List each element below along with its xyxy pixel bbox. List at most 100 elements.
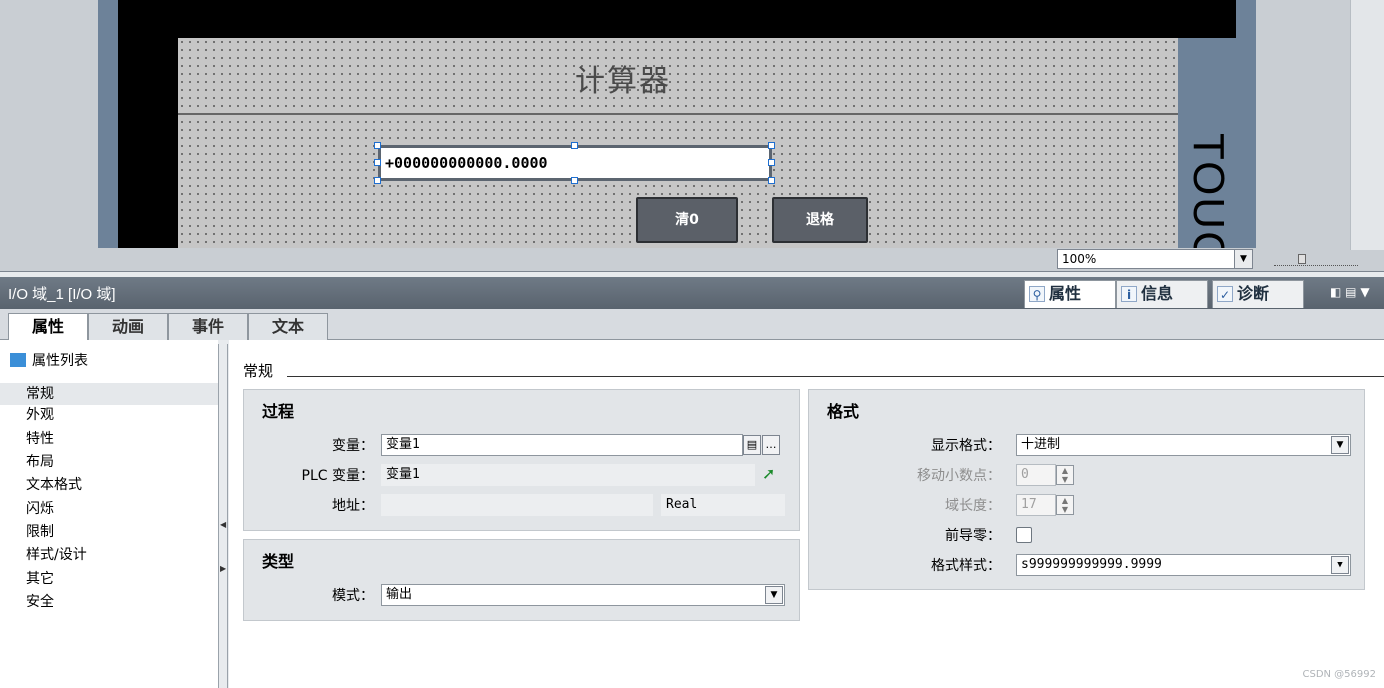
hmi-clear-button[interactable]: 清0 <box>636 197 738 243</box>
canvas-vertical-scrollbar[interactable] <box>1350 0 1384 250</box>
nav-item-miscellaneous[interactable]: 其它 <box>0 569 218 590</box>
zoom-value: 100% <box>1062 252 1097 266</box>
nav-item-security[interactable]: 安全 <box>0 592 218 613</box>
format-pattern-value: s999999999999.9999 <box>1021 557 1162 572</box>
subtab-events[interactable]: 事件 <box>168 313 248 340</box>
nav-item-characteristics[interactable]: 特性 <box>0 429 218 450</box>
property-list-label: 属性列表 <box>32 353 88 369</box>
selection-handle[interactable] <box>571 142 578 149</box>
zoom-slider-handle[interactable] <box>1298 254 1306 264</box>
nav-item-style-design[interactable]: 样式/设计 <box>0 545 218 566</box>
subtab-animations[interactable]: 动画 <box>88 313 168 340</box>
spinner-icon: ▲ ▼ <box>1056 495 1074 515</box>
tab-info[interactable]: i 信息 <box>1116 280 1208 308</box>
zoom-slider[interactable] <box>1274 254 1358 266</box>
selection-handle[interactable] <box>374 142 381 149</box>
chevron-down-icon[interactable]: ▼ <box>1234 250 1252 268</box>
variable-label: 变量： <box>332 438 374 454</box>
move-decimal-field: 0 <box>1016 464 1056 486</box>
spinner-icon: ▲ ▼ <box>1056 465 1074 485</box>
selection-handle[interactable] <box>768 177 775 184</box>
hmi-device-strip: TOUCH <box>1178 38 1236 248</box>
hmi-backspace-button[interactable]: 退格 <box>772 197 868 243</box>
collapse-left-icon[interactable]: ◀ <box>220 520 226 529</box>
mode-dropdown[interactable]: 输出 ▼ <box>381 584 785 606</box>
layout-icon[interactable]: ▤ <box>1345 285 1356 299</box>
property-nav: 属性列表 常规 外观 特性 布局 文本格式 闪烁 限制 样式/设计 其它 安全 <box>0 340 218 688</box>
format-group-title: 格式 <box>827 402 860 421</box>
chevron-down-icon[interactable]: ▼ <box>1331 556 1349 574</box>
tab-diagnostics-label: 诊断 <box>1237 284 1270 303</box>
process-group-title: 过程 <box>262 402 295 421</box>
tab-properties[interactable]: ⚲ 属性 <box>1024 280 1116 308</box>
selection-handle[interactable] <box>374 177 381 184</box>
mode-value: 输出 <box>386 587 413 602</box>
nav-item-flashing[interactable]: 闪烁 <box>0 499 218 520</box>
zoom-dropdown[interactable]: 100% ▼ <box>1057 249 1253 269</box>
selection-handle[interactable] <box>571 177 578 184</box>
variable-list-icon[interactable]: ▤ <box>743 435 761 455</box>
selection-handle[interactable] <box>768 159 775 166</box>
hmi-screen[interactable]: 计算器 +000000000000.0000 清0 退格 <box>178 38 1178 248</box>
properties-icon: ⚲ <box>1029 286 1045 302</box>
panel-window-controls[interactable]: ◧ ▤ ▼ <box>1330 285 1370 299</box>
field-length-field: 17 <box>1016 494 1056 516</box>
subtab-texts[interactable]: 文本 <box>248 313 328 340</box>
field-length-label: 域长度： <box>945 498 1001 514</box>
diagnostics-icon: ✓ <box>1217 286 1233 302</box>
hmi-divider-line <box>178 113 1178 115</box>
hmi-title-text[interactable]: 计算器 <box>178 56 1068 100</box>
plc-variable-field: 变量1 <box>381 464 755 486</box>
tab-info-label: 信息 <box>1141 284 1174 303</box>
plc-variable-label: PLC 变量： <box>301 468 374 484</box>
restore-icon[interactable]: ◧ <box>1330 285 1341 299</box>
selection-handle[interactable] <box>768 142 775 149</box>
section-divider <box>287 376 1384 377</box>
address-type-field: Real <box>661 494 785 516</box>
info-icon: i <box>1121 286 1137 302</box>
nav-item-text-format[interactable]: 文本格式 <box>0 475 218 496</box>
nav-item-general[interactable]: 常规 <box>0 383 218 405</box>
display-format-value: 十进制 <box>1021 437 1061 452</box>
mode-label: 模式： <box>332 588 374 604</box>
editor-canvas[interactable]: 计算器 +000000000000.0000 清0 退格 TOUCH 100% … <box>0 0 1384 272</box>
hmi-bezel-left <box>98 0 118 248</box>
chevron-down-icon[interactable]: ▼ <box>765 586 783 604</box>
address-label: 地址： <box>332 498 374 514</box>
tab-properties-label: 属性 <box>1049 284 1082 303</box>
move-decimal-label: 移动小数点： <box>917 468 1001 484</box>
property-content: 常规 过程 变量： 变量1 ▤ … PLC 变量： 变量1 ➚ 地址： Real… <box>229 340 1384 688</box>
leading-zero-checkbox[interactable] <box>1016 527 1032 543</box>
variable-field[interactable]: 变量1 <box>381 434 743 456</box>
type-group: 类型 模式： 输出 ▼ <box>243 539 800 621</box>
nav-item-limits[interactable]: 限制 <box>0 522 218 543</box>
type-group-title: 类型 <box>262 552 295 571</box>
inspector-title: I/O 域_1 [I/O 域] <box>8 286 116 303</box>
property-list-header[interactable]: 属性列表 <box>10 350 88 370</box>
process-group: 过程 变量： 变量1 ▤ … PLC 变量： 变量1 ➚ 地址： Real <box>243 389 800 531</box>
expand-right-icon[interactable]: ▶ <box>220 564 226 573</box>
nav-item-layout[interactable]: 布局 <box>0 452 218 473</box>
nav-splitter[interactable]: ◀ ▶ <box>218 344 228 688</box>
tab-diagnostics[interactable]: ✓ 诊断 <box>1212 280 1304 308</box>
goto-arrow-icon[interactable]: ➚ <box>762 464 775 483</box>
display-format-dropdown[interactable]: 十进制 ▼ <box>1016 434 1351 456</box>
address-field <box>381 494 653 516</box>
hmi-io-field[interactable]: +000000000000.0000 <box>378 145 772 181</box>
display-format-label: 显示格式： <box>931 438 1001 454</box>
format-group: 格式 显示格式： 十进制 ▼ 移动小数点： 0 ▲ ▼ 域长度： 17 ▲ ▼ 前导… <box>808 389 1365 590</box>
browse-button[interactable]: … <box>762 435 780 455</box>
selection-handle[interactable] <box>374 159 381 166</box>
property-list-icon <box>10 353 26 367</box>
nav-item-appearance[interactable]: 外观 <box>0 405 218 426</box>
hmi-device-label: TOUCH <box>1184 133 1233 248</box>
hmi-bezel-right <box>1236 0 1256 248</box>
format-pattern-dropdown[interactable]: s999999999999.9999 ▼ <box>1016 554 1351 576</box>
watermark: CSDN @56992 <box>1302 669 1376 680</box>
subtab-properties[interactable]: 属性 <box>8 313 88 341</box>
chevron-down-icon[interactable]: ▼ <box>1331 436 1349 454</box>
leading-zero-label: 前导零： <box>945 528 1001 544</box>
format-pattern-label: 格式样式： <box>931 558 1001 574</box>
section-title: 常规 <box>243 362 274 380</box>
chevron-down-icon[interactable]: ▼ <box>1360 285 1369 299</box>
